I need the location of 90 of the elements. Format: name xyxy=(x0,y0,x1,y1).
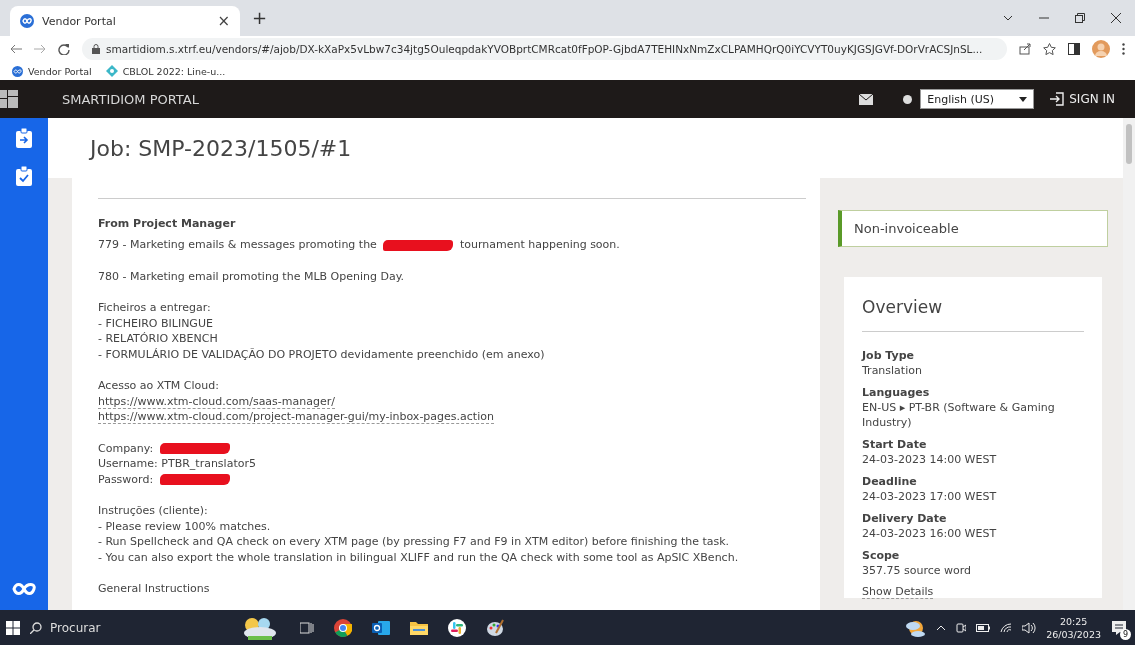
field-label: Start Date xyxy=(862,437,928,452)
speaker-icon[interactable] xyxy=(1022,621,1037,634)
note-text: - You can also export the whole translation in bilingual XLIFF and run the QA check with some tool as ApSIC XBench. xyxy=(98,549,740,565)
note-text: - RELATÓRIO XBENCH xyxy=(98,331,219,347)
search-placeholder: Procurar xyxy=(50,620,101,635)
job-title: Job: SMP-2023/1505/#1 xyxy=(90,135,352,161)
field-value: Translation xyxy=(862,363,923,378)
reload-icon[interactable] xyxy=(58,43,70,55)
caret-icon xyxy=(1019,96,1028,102)
field-label: Languages xyxy=(862,385,931,400)
lock-icon xyxy=(92,44,100,54)
field-value: EN-US ▸ PT-BR (Software & Gaming Industry) xyxy=(862,400,1056,430)
kebab-menu-icon[interactable] xyxy=(1122,43,1125,55)
windows-logo-icon[interactable] xyxy=(6,620,20,635)
side-panel-icon[interactable] xyxy=(1068,43,1080,55)
note-text: Username: PTBR_translator5 xyxy=(98,456,257,472)
wifi-icon[interactable] xyxy=(1000,622,1013,633)
note-text: - Please review 100% matches. xyxy=(98,518,272,534)
bookmark[interactable]: CBLOL 2022: Line-u... xyxy=(105,65,226,77)
field-value: 24-03-2023 16:00 WEST xyxy=(862,526,998,541)
url-text: smartidiom.s.xtrf.eu/vendors/#/ajob/DX-kXaPx5vLbw7c34jtg5OuleqpdakYVOBprtCMRcat0fFpOP-GjbdA7TEHINxNmZxCLPAMHQrQ0iYCVYT0uyKJGSJGVf-DOrVrACSJnSL... xyxy=(106,43,983,55)
browser-tab[interactable]: Vendor Portal × xyxy=(10,6,240,36)
field-value: 24-03-2023 14:00 WEST xyxy=(862,452,998,467)
language-select[interactable]: English (US) xyxy=(920,89,1035,109)
address-bar[interactable]: smartidiom.s.xtrf.eu/vendors/#/ajob/DX-kXaPx5vLbw7c34jtg5OuleqpdakYVOBprtCMRcat0fFpOP-GjbdA7TEHINxNmZxCLPAMHQrQ0iYCVYT0uyKJGSJGVf-DOrVrACSJnSL... xyxy=(82,38,1007,60)
note-text: Acesso ao XTM Cloud: xyxy=(98,378,220,394)
field-label: Delivery Date xyxy=(862,511,948,526)
notifications-icon[interactable] xyxy=(1111,619,1127,636)
redaction-mark xyxy=(159,443,230,454)
redaction-mark xyxy=(159,474,230,485)
task-view-icon[interactable] xyxy=(300,620,314,635)
taskbar-search[interactable]: Procurar xyxy=(20,610,280,645)
search-icon xyxy=(30,621,42,634)
tab-title: Vendor Portal xyxy=(42,14,117,28)
star-icon[interactable] xyxy=(1043,43,1056,55)
field-value: 357.75 source word xyxy=(862,563,973,578)
note-text: 779 - Marketing emails & messages promoting the xyxy=(98,238,377,251)
note-text: General Instructions xyxy=(98,581,211,597)
note-text: - FICHEIRO BILINGUE xyxy=(98,315,214,331)
note-text: - Run Spellcheck and QA check on every XTM page (by pressing F7 and F9 in XTM editor) before finishing the task. xyxy=(98,534,731,550)
weather-icon[interactable] xyxy=(904,618,927,637)
notification-badge: 9 xyxy=(1120,628,1131,640)
scrollbar[interactable] xyxy=(1123,118,1135,610)
close-icon[interactable] xyxy=(1111,13,1121,23)
chrome-icon[interactable] xyxy=(334,618,352,637)
folder-icon[interactable] xyxy=(410,620,428,635)
infinity-icon xyxy=(12,65,23,77)
invoice-status: Non-invoiceable xyxy=(838,210,1108,247)
note-text: - FORMULÁRIO DE VALIDAÇÃO DO PROJETO devidamente preenchido (em anexo) xyxy=(98,346,546,362)
sign-in-icon xyxy=(1050,92,1065,106)
note-text: 780 - Marketing email promoting the MLB Opening Day. xyxy=(98,268,406,284)
show-details-link[interactable]: Show Details xyxy=(862,585,934,599)
envelope-icon[interactable] xyxy=(859,93,874,105)
infinity-logo-icon xyxy=(11,582,37,596)
new-tab-button[interactable]: + xyxy=(240,6,280,34)
chevron-down-icon[interactable] xyxy=(1003,15,1013,21)
slack-icon[interactable] xyxy=(448,618,466,637)
note-text: tournament happening soon. xyxy=(459,238,620,251)
tab-close-button[interactable]: × xyxy=(217,12,230,30)
paint-palette-icon[interactable] xyxy=(486,618,504,637)
overview-title: Overview xyxy=(862,297,1084,332)
field-label: Job Type xyxy=(862,348,916,363)
note-text: Instruções (cliente): xyxy=(98,503,209,519)
portal-title: SMARTIDIOM PORTAL xyxy=(62,91,199,107)
field-label: Scope xyxy=(862,548,901,563)
outlook-icon[interactable] xyxy=(372,619,390,636)
field-label: Deadline xyxy=(862,474,918,489)
notes-heading: From Project Manager xyxy=(98,217,237,230)
battery-icon[interactable] xyxy=(976,623,991,632)
back-icon[interactable] xyxy=(10,44,22,54)
clock[interactable]: 20:25 26/03/2023 xyxy=(1046,614,1101,641)
redaction-mark xyxy=(383,239,454,251)
share-icon[interactable] xyxy=(1019,43,1031,55)
grid-logo-icon xyxy=(0,90,18,108)
link[interactable]: https://www.xtm-cloud.com/project-manager-gui/my-inbox-pages.action xyxy=(98,410,494,424)
note-text: Password: xyxy=(98,472,154,486)
field-value: 24-03-2023 17:00 WEST xyxy=(862,489,998,504)
meet-now-icon[interactable] xyxy=(956,621,967,634)
restore-icon[interactable] xyxy=(1075,13,1085,23)
clock-time: 20:25 xyxy=(1059,614,1088,628)
chevron-up-icon[interactable] xyxy=(936,624,947,631)
note-text: Ficheiros a entregar: xyxy=(98,300,212,316)
note-text: Company: xyxy=(98,441,154,455)
sign-in-button[interactable]: SIGN IN xyxy=(1044,91,1121,107)
diamond-icon xyxy=(105,65,118,77)
bookmark[interactable]: Vendor Portal xyxy=(12,65,92,77)
link[interactable]: https://www.xtm-cloud.com/saas-manager/ xyxy=(98,394,335,409)
infinity-icon xyxy=(20,14,34,28)
clipboard-check-icon[interactable] xyxy=(15,166,33,186)
clock-date: 26/03/2023 xyxy=(1046,627,1101,641)
